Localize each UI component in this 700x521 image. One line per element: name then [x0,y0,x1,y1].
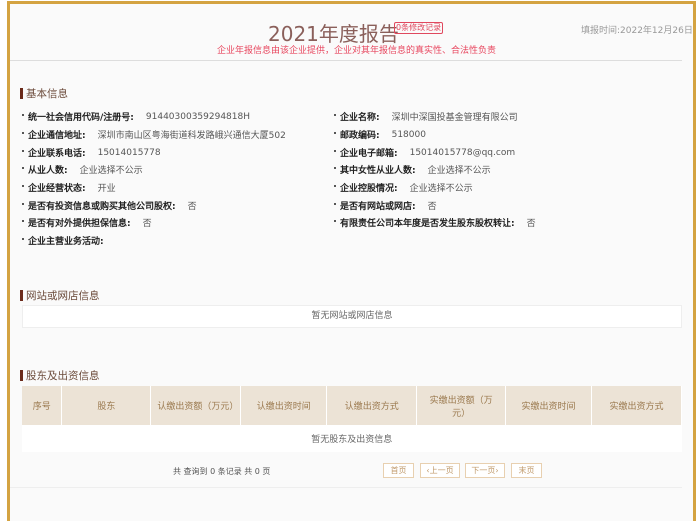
bullet-icon [22,166,24,169]
field-value: 15014015778 [97,147,161,158]
info-row: 企业名称: 深圳中深国投基金管理有限公司 [334,110,518,123]
field-label: 统一社会信用代码/注册号: [28,113,134,123]
section-marker [20,88,23,99]
bullet-icon [22,184,24,187]
section-website: 网站或网店信息 [20,288,100,303]
info-row: 有限责任公司本年度是否发生股东股权转让: 否 [334,216,536,229]
modification-record-link[interactable]: 0条修改记录 [394,22,444,34]
bullet-icon [22,219,24,222]
col-subscribed-time: 认缴出资时间 [240,386,328,425]
divider [10,60,682,61]
section-title: 网站或网店信息 [26,290,100,302]
info-row: 从业人数: 企业选择不公示 [22,163,143,176]
col-subscribed-amount: 认缴出资额（万元） [150,386,242,425]
bullet-icon [334,219,336,222]
field-value: 深圳中深国投基金管理有限公司 [391,113,518,123]
divider [10,487,682,488]
section-marker [20,290,23,301]
section-title: 股东及出资信息 [26,370,100,382]
field-label: 企业名称: [340,113,380,123]
info-row: 是否有网站或网店: 否 [334,199,437,212]
field-label: 是否有投资信息或购买其他公司股权: [28,202,176,212]
field-value: 否 [142,219,152,229]
bullet-icon [334,166,336,169]
bullet-icon [22,237,24,240]
shareholder-table: 序号 股东 认缴出资额（万元） 认缴出资时间 认缴出资方式 实缴出资额（万元） … [22,386,682,452]
field-value: 企业选择不公示 [79,166,143,176]
section-shareholders: 股东及出资信息 [20,368,100,383]
disclaimer: 企业年报信息由该企业提供，企业对其年报信息的真实性、合法性负责 [217,46,497,56]
field-label: 企业经营状态: [28,184,86,194]
field-value: 否 [526,219,536,229]
table-row: 暂无股东及出资信息 [22,425,682,452]
section-basic-info: 基本信息 [20,86,68,101]
next-page-button[interactable]: 下一页› [465,463,505,478]
field-value: 91440300359294818H [145,111,251,122]
info-row: 统一社会信用代码/注册号: 91440300359294818H [22,110,250,123]
col-subscribed-method: 认缴出资方式 [326,386,418,425]
field-label: 企业主营业务活动: [28,237,104,247]
field-label: 其中女性从业人数: [340,166,416,176]
field-label: 有限责任公司本年度是否发生股东股权转让: [340,219,515,229]
info-row: 企业联系电话: 15014015778 [22,146,161,159]
field-label: 是否有对外提供担保信息: [28,219,131,229]
field-label: 邮政编码: [340,131,380,141]
field-label: 从业人数: [28,166,68,176]
section-marker [20,370,23,381]
field-value: 企业选择不公示 [427,166,491,176]
info-row: 其中女性从业人数: 企业选择不公示 [334,163,491,176]
field-value: 深圳市南山区粤海街道科发路峨兴通信大厦502 [97,131,286,141]
pagination-info: 共 查询到 0 条记录 共 0 页 [173,467,271,476]
info-row: 邮政编码: 518000 [334,128,426,141]
info-row: 企业控股情况: 企业选择不公示 [334,181,473,194]
info-row: 企业电子邮箱: 15014015778@qq.com [334,146,515,159]
field-label: 企业联系电话: [28,149,86,159]
col-paid-time: 实缴出资时间 [505,386,593,425]
col-shareholder: 股东 [61,386,152,425]
table-header-row: 序号 股东 认缴出资额（万元） 认缴出资时间 认缴出资方式 实缴出资额（万元） … [22,386,682,425]
field-label: 企业通信地址: [28,131,86,141]
last-page-button[interactable]: 末页 [511,463,542,478]
field-value: 518000 [391,129,426,140]
field-value: 否 [187,202,197,212]
first-page-button[interactable]: 首页 [383,463,414,478]
prev-page-button[interactable]: ‹上一页 [420,463,460,478]
info-row: 是否有对外提供担保信息: 否 [22,216,152,229]
table-empty: 暂无股东及出资信息 [22,425,682,452]
field-value: 企业选择不公示 [409,184,473,194]
field-value: 15014015778@qq.com [409,147,516,158]
field-label: 企业电子邮箱: [340,149,398,159]
col-index: 序号 [22,386,63,425]
bullet-icon [334,113,336,116]
fill-date: 填报时间:2022年12月26日 [581,26,693,36]
website-empty: 暂无网站或网店信息 [22,305,682,328]
bullet-icon [22,131,24,134]
bullet-icon [22,202,24,205]
bullet-icon [334,184,336,187]
bullet-icon [22,149,24,152]
bullet-icon [334,131,336,134]
info-row: 企业通信地址: 深圳市南山区粤海街道科发路峨兴通信大厦502 [22,128,286,141]
bullet-icon [334,202,336,205]
field-value: 开业 [97,184,116,194]
info-row: 企业经营状态: 开业 [22,181,116,194]
info-row: 企业主营业务活动: [22,234,116,247]
bullet-icon [22,113,24,116]
info-row: 是否有投资信息或购买其他公司股权: 否 [22,199,197,212]
field-value: 否 [427,202,437,212]
bullet-icon [334,149,336,152]
section-title: 基本信息 [26,88,68,100]
field-label: 企业控股情况: [340,184,398,194]
col-paid-amount: 实缴出资额（万元） [416,386,507,425]
field-label: 是否有网站或网店: [340,202,416,212]
col-paid-method: 实缴出资方式 [591,386,682,425]
